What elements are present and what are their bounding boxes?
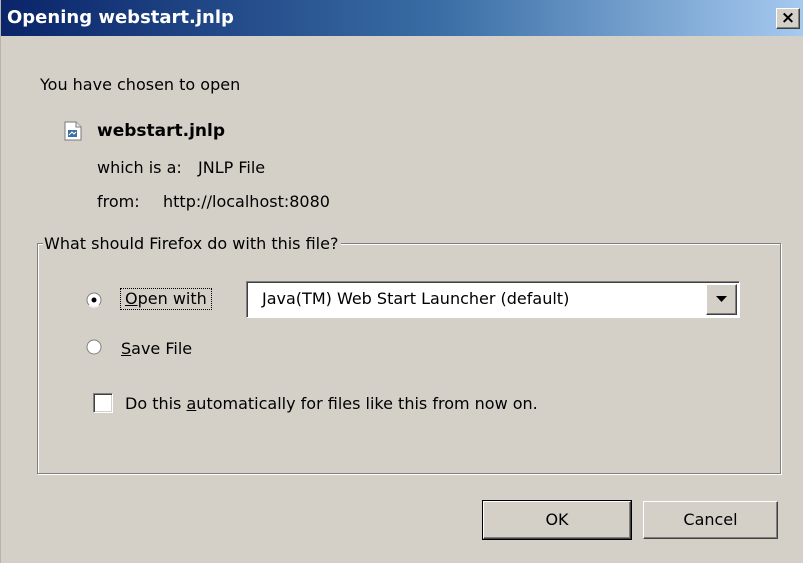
auto-action-label-start: Do this [125,394,187,413]
intro-text: You have chosen to open [40,75,241,94]
close-icon: × [780,8,796,28]
file-name: webstart.jnlp [97,121,226,141]
chevron-down-icon [716,296,727,302]
file-source-label: from: [97,192,140,211]
auto-action-label[interactable]: Do this automatically for files like thi… [125,394,538,414]
open-with-radio[interactable] [86,292,102,308]
open-with-label-text: pen with [137,289,207,308]
file-open-dialog: Opening webstart.jnlp × You have chosen … [0,0,803,563]
close-button[interactable]: × [776,8,800,29]
file-source-value: http://localhost:8080 [163,192,330,211]
jnlp-file-icon [64,121,82,141]
ok-button[interactable]: OK [482,500,632,540]
file-type-value: JNLP File [198,158,266,177]
auto-action-checkbox[interactable] [93,393,113,413]
window-title: Opening webstart.jnlp [7,7,234,28]
save-file-mnemonic: S [121,339,132,358]
action-groupbox-legend: What should Firefox do with this file? [43,234,342,254]
cancel-button[interactable]: Cancel [643,501,778,539]
auto-action-label-end: utomatically for files like this from no… [196,394,538,413]
application-select-value: Java(TM) Web Start Launcher (default) [262,289,570,308]
title-bar[interactable]: Opening webstart.jnlp × [1,0,803,36]
file-type-label: which is a: [97,158,182,177]
dropdown-button[interactable] [706,284,737,315]
auto-action-mnemonic: a [186,394,197,413]
open-with-mnemonic: O [125,289,138,308]
open-with-label[interactable]: Open with [120,288,212,310]
save-file-radio[interactable] [86,339,102,355]
application-select[interactable]: Java(TM) Web Start Launcher (default) [246,281,740,318]
save-file-label[interactable]: Save File [121,339,192,359]
save-file-label-text: ave File [131,339,193,358]
